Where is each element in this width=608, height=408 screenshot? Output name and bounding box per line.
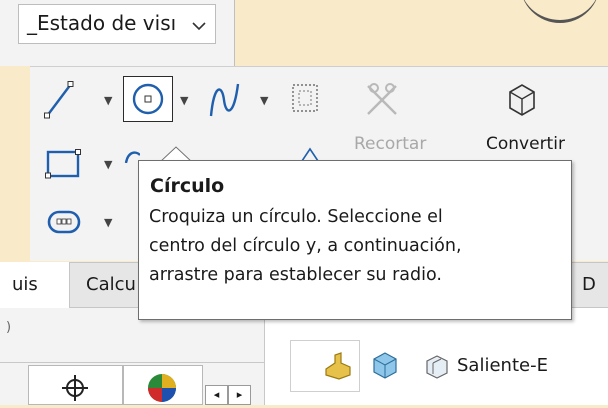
display-state-dropdown[interactable]: _Estado de visı [18, 4, 216, 44]
part-icon [323, 351, 353, 385]
spline-tool-caret[interactable]: ▼ [260, 94, 268, 107]
scroll-right-button[interactable]: ▸ [228, 385, 251, 405]
caret-right-icon: ▸ [236, 388, 243, 401]
slot-tool-button[interactable] [46, 204, 86, 240]
tab-sketch[interactable]: uis [0, 262, 70, 308]
tab-hidden[interactable]: D [580, 262, 608, 308]
slot-tool-caret[interactable]: ▼ [104, 216, 112, 229]
tab-evaluate[interactable]: Calcu [70, 262, 140, 308]
breadcrumb-item-feature[interactable]: Saliente-E [415, 340, 608, 392]
tooltip-line: Croquiza un círculo. Seleccione el [149, 207, 443, 227]
appearance-button[interactable] [123, 365, 203, 405]
crosshair-icon [61, 374, 89, 406]
scroll-left-button[interactable]: ◂ [205, 385, 228, 405]
sketch-picture-button[interactable] [290, 82, 322, 116]
pane-marker: ) [6, 320, 12, 335]
circle-tool-button[interactable] [123, 76, 173, 122]
convert-label: Convertir [486, 134, 565, 154]
pane-divider [0, 362, 265, 363]
convert-entities-icon [504, 80, 540, 124]
spline-icon [208, 83, 242, 124]
tab-evaluate-label: Calcu [86, 274, 136, 295]
body-cube-icon [370, 350, 400, 384]
tab-hidden-label: D [582, 274, 596, 295]
breadcrumb-item-body[interactable] [360, 340, 415, 392]
rectangle-icon [44, 149, 84, 186]
line-tool-button[interactable] [44, 80, 74, 120]
rectangle-tool-caret[interactable]: ▼ [104, 158, 112, 171]
line-tool-caret[interactable]: ▼ [104, 94, 112, 107]
tooltip-title: Círculo [150, 175, 225, 197]
appearance-pie-icon [146, 372, 178, 408]
display-state-label: _Estado de visı [27, 11, 177, 35]
tab-sketch-label: uis [12, 274, 38, 295]
circle-tooltip: Círculo Croquiza un círculo. Seleccione … [138, 160, 572, 320]
trim-entities-icon [364, 80, 400, 124]
chevron-down-icon [191, 17, 207, 36]
breadcrumb-feature-label: Saliente-E [457, 355, 548, 376]
tooltip-description: Croquiza un círculo. Seleccione el centr… [149, 203, 561, 290]
convert-entities-button[interactable]: Convertir [470, 76, 580, 162]
trim-label: Recortar [354, 134, 427, 154]
circle-tool-caret[interactable]: ▼ [180, 94, 188, 107]
breadcrumb: Saliente-E [290, 340, 608, 398]
rectangle-tool-button[interactable] [44, 146, 84, 182]
crosshair-button[interactable] [28, 365, 123, 405]
slot-icon [46, 210, 86, 244]
breadcrumb-item-part[interactable] [290, 340, 360, 392]
line-icon [44, 81, 74, 124]
extrude-feature-icon [423, 352, 451, 384]
tooltip-line: centro del círculo y, a continuación, [149, 236, 462, 256]
tooltip-line: arrastre para establecer su radio. [149, 265, 442, 285]
dotted-box-icon [290, 84, 322, 120]
trim-entities-button[interactable]: Recortar [340, 76, 430, 162]
caret-left-icon: ◂ [213, 388, 220, 401]
spline-tool-button[interactable] [208, 80, 242, 120]
circle-icon [130, 81, 166, 121]
